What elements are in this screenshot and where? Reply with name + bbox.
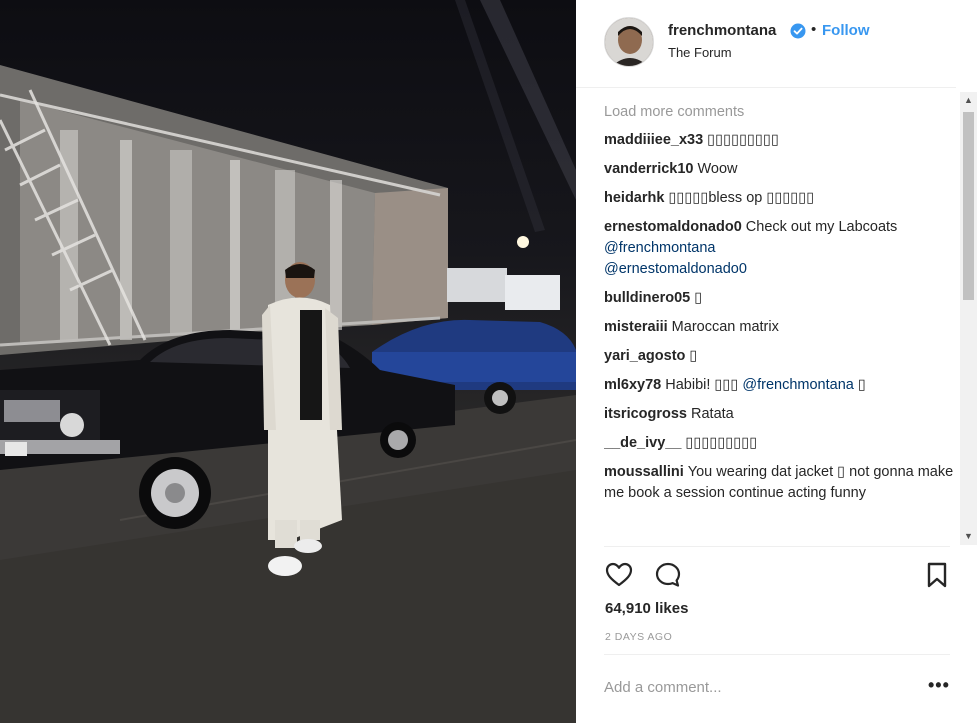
list-item: ml6xy78 Habibi! ▯▯▯ @frenchmontana ▯ bbox=[604, 375, 956, 396]
comment-text-tail: ▯ bbox=[853, 377, 866, 393]
avatar-image bbox=[605, 18, 653, 66]
scroll-up-arrow-icon[interactable]: ▲ bbox=[960, 92, 977, 109]
comment-username[interactable]: heidarhk bbox=[604, 190, 664, 206]
comment-username[interactable]: __de_ivy__ bbox=[604, 435, 681, 451]
comment-username[interactable]: ernestomaldonado0 bbox=[604, 219, 742, 235]
more-options-icon[interactable]: ••• bbox=[928, 676, 950, 694]
comment-username[interactable]: itsricogross bbox=[604, 406, 687, 422]
comment-text: ▯ bbox=[694, 290, 703, 306]
comment-username[interactable]: yari_agosto bbox=[604, 348, 685, 364]
comment-text: Habibi! ▯▯▯ bbox=[665, 377, 743, 393]
list-item: vanderrick10 Woow bbox=[604, 159, 956, 180]
comment-text: Check out my Labcoats bbox=[745, 219, 898, 235]
list-item: yari_agosto ▯ bbox=[604, 346, 956, 367]
post-location[interactable]: The Forum bbox=[668, 45, 732, 60]
comment-bubble-icon[interactable] bbox=[654, 561, 682, 589]
comment-username[interactable]: bulldinero05 bbox=[604, 290, 690, 306]
add-comment-input[interactable] bbox=[604, 674, 914, 700]
list-item: itsricogross Ratata bbox=[604, 404, 956, 425]
comment-text: Maroccan matrix bbox=[671, 319, 779, 335]
comment-text: ▯ bbox=[689, 348, 698, 364]
post-username[interactable]: frenchmontana bbox=[668, 22, 776, 39]
mention-link[interactable]: @frenchmontana bbox=[742, 377, 853, 393]
scroll-down-arrow-icon[interactable]: ▼ bbox=[960, 528, 977, 545]
comment-username[interactable]: vanderrick10 bbox=[604, 161, 693, 177]
post-photo[interactable] bbox=[0, 0, 576, 723]
divider bbox=[604, 654, 950, 655]
heart-icon[interactable] bbox=[605, 561, 633, 589]
list-item: ernestomaldonado0 Check out my Labcoats @… bbox=[604, 217, 956, 280]
comment-username[interactable]: misteraiii bbox=[604, 319, 668, 335]
list-item: bulldinero05 ▯ bbox=[604, 288, 956, 309]
mention-link[interactable]: @ernestomaldonado0 bbox=[604, 261, 747, 277]
comment-text: ▯▯▯▯▯▯▯▯▯ bbox=[707, 132, 779, 148]
list-item: __de_ivy__ ▯▯▯▯▯▯▯▯▯ bbox=[604, 433, 956, 454]
likes-count[interactable]: 64,910 likes bbox=[605, 600, 688, 617]
comment-text: Woow bbox=[697, 161, 738, 177]
post-timestamp[interactable]: 2 DAYS AGO bbox=[605, 631, 672, 643]
comments-list[interactable]: Load more comments maddiiiee_x33 ▯▯▯▯▯▯▯▯… bbox=[604, 104, 956, 544]
divider bbox=[604, 546, 950, 547]
avatar[interactable] bbox=[604, 17, 654, 67]
comment-username[interactable]: ml6xy78 bbox=[604, 377, 661, 393]
photo-scene bbox=[0, 0, 576, 723]
header-separator: • bbox=[811, 21, 817, 38]
load-more-comments-link[interactable]: Load more comments bbox=[604, 104, 956, 120]
comment-username[interactable]: maddiiiee_x33 bbox=[604, 132, 703, 148]
comments-scrollbar[interactable]: ▲ ▼ bbox=[960, 92, 977, 545]
list-item: moussallini You wearing dat jacket ▯ not … bbox=[604, 462, 956, 504]
verified-badge-icon bbox=[790, 23, 806, 39]
list-item: misteraiii Maroccan matrix bbox=[604, 317, 956, 338]
bookmark-icon[interactable] bbox=[923, 561, 951, 589]
scrollbar-thumb[interactable] bbox=[963, 112, 974, 300]
comment-text: ▯▯▯▯▯bless op ▯▯▯▯▯▯ bbox=[668, 190, 815, 206]
comment-text: Ratata bbox=[691, 406, 734, 422]
post-header bbox=[576, 0, 956, 88]
list-item: maddiiiee_x33 ▯▯▯▯▯▯▯▯▯ bbox=[604, 130, 956, 151]
list-item: heidarhk ▯▯▯▯▯bless op ▯▯▯▯▯▯ bbox=[604, 188, 956, 209]
comment-text: ▯▯▯▯▯▯▯▯▯ bbox=[685, 435, 758, 451]
mention-link[interactable]: @frenchmontana bbox=[604, 240, 715, 256]
comment-username[interactable]: moussallini bbox=[604, 464, 684, 480]
follow-button[interactable]: Follow bbox=[822, 22, 870, 39]
